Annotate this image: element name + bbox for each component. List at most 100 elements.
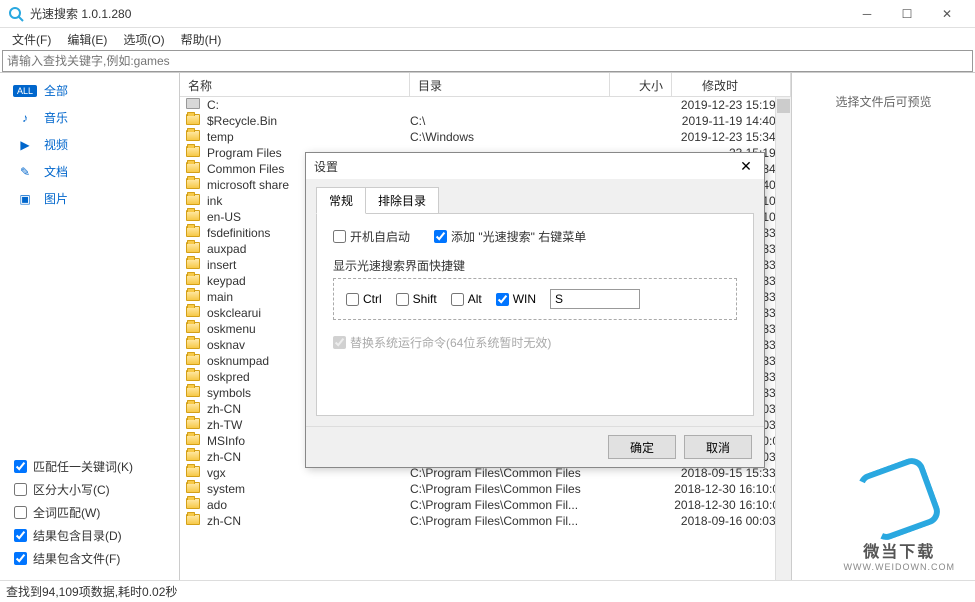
hotkey-shift[interactable]: Shift	[396, 292, 437, 306]
folder-icon	[186, 194, 202, 208]
category-all[interactable]: ALL 全部	[6, 77, 173, 104]
folder-icon	[186, 482, 202, 496]
filter-inc-file[interactable]: 结果包含文件(F)	[14, 547, 165, 570]
folder-icon	[186, 242, 202, 256]
col-name[interactable]: 名称	[180, 73, 410, 96]
table-row[interactable]: C: 2019-12-23 15:19:	[180, 97, 791, 113]
col-date[interactable]: 修改时	[672, 73, 791, 96]
menubar: 文件(F) 编辑(E) 选项(O) 帮助(H)	[0, 28, 975, 50]
file-name: ado	[205, 498, 410, 512]
image-icon: ▣	[16, 192, 34, 206]
hotkey-win[interactable]: WIN	[496, 292, 536, 306]
category-label: 视频	[44, 136, 68, 153]
menu-options[interactable]: 选项(O)	[115, 29, 172, 50]
file-name: zh-CN	[205, 514, 410, 528]
folder-icon	[186, 402, 202, 416]
menu-help[interactable]: 帮助(H)	[173, 29, 230, 50]
tab-exclude[interactable]: 排除目录	[365, 187, 439, 214]
search-input[interactable]	[3, 51, 972, 71]
category-label: 文档	[44, 163, 68, 180]
dialog-close-icon[interactable]: ✕	[736, 158, 756, 175]
window-titlebar: 光速搜索 1.0.1.280 ─ ☐ ✕	[0, 0, 975, 28]
folder-icon	[186, 162, 202, 176]
hotkey-alt[interactable]: Alt	[451, 292, 482, 306]
file-name: vgx	[205, 466, 410, 480]
col-dir[interactable]: 目录	[410, 73, 610, 96]
file-date: 2018-12-30 16:10:0	[672, 498, 791, 512]
opt-auto-start[interactable]: 开机自启动	[333, 228, 410, 245]
status-bar: 查找到94,109项数据,耗时0.02秒	[0, 580, 975, 600]
folder-icon	[186, 354, 202, 368]
file-name: temp	[205, 130, 410, 144]
category-label: 全部	[44, 82, 68, 99]
filter-case[interactable]: 区分大小写(C)	[14, 478, 165, 501]
window-title: 光速搜索 1.0.1.280	[30, 5, 847, 22]
folder-icon	[186, 146, 202, 160]
filter-inc-dir[interactable]: 结果包含目录(D)	[14, 524, 165, 547]
filter-match-any[interactable]: 匹配任一关键词(K)	[14, 455, 165, 478]
folder-icon	[186, 178, 202, 192]
folder-icon	[186, 370, 202, 384]
all-badge-icon: ALL	[13, 85, 37, 97]
menu-file[interactable]: 文件(F)	[4, 29, 59, 50]
search-bar	[2, 50, 973, 72]
disk-icon	[186, 98, 202, 112]
file-dir: C:\Program Files\Common Files	[410, 466, 610, 480]
hotkey-char-input[interactable]	[550, 289, 640, 309]
table-row[interactable]: temp C:\Windows 2019-12-23 15:34:	[180, 129, 791, 145]
category-music[interactable]: ♪ 音乐	[6, 104, 173, 131]
settings-dialog: 设置 ✕ 常规 排除目录 开机自启动 添加 "光速搜索" 右键菜单 显示光速搜索…	[305, 152, 765, 468]
folder-icon	[186, 418, 202, 432]
filter-whole[interactable]: 全词匹配(W)	[14, 501, 165, 524]
close-button[interactable]: ✕	[927, 1, 967, 27]
tab-general[interactable]: 常规	[316, 187, 366, 214]
category-label: 音乐	[44, 109, 68, 126]
table-row[interactable]: $Recycle.Bin C:\ 2019-11-19 14:40:	[180, 113, 791, 129]
document-icon: ✎	[16, 165, 34, 179]
file-date: 2018-09-16 00:03:	[672, 514, 791, 528]
folder-icon	[186, 386, 202, 400]
folder-icon	[186, 466, 202, 480]
app-icon	[8, 6, 24, 22]
maximize-button[interactable]: ☐	[887, 1, 927, 27]
ok-button[interactable]: 确定	[608, 435, 676, 459]
folder-icon	[186, 498, 202, 512]
folder-icon	[186, 514, 202, 528]
hotkey-legend: 显示光速搜索界面快捷键	[333, 257, 737, 274]
category-video[interactable]: ▶ 视频	[6, 131, 173, 158]
menu-edit[interactable]: 编辑(E)	[59, 29, 115, 50]
folder-icon	[186, 290, 202, 304]
folder-icon	[186, 210, 202, 224]
vertical-scrollbar[interactable]	[775, 97, 791, 580]
file-date: 2018-12-30 16:10:0	[672, 482, 791, 496]
filter-options: 匹配任一关键词(K) 区分大小写(C) 全词匹配(W) 结果包含目录(D) 结果…	[6, 449, 173, 576]
cancel-button[interactable]: 取消	[684, 435, 752, 459]
folder-icon	[186, 322, 202, 336]
folder-icon	[186, 338, 202, 352]
table-row[interactable]: system C:\Program Files\Common Files 201…	[180, 481, 791, 497]
file-date: 2019-12-23 15:19:	[672, 98, 791, 112]
hotkey-ctrl[interactable]: Ctrl	[346, 292, 382, 306]
sidebar: ALL 全部 ♪ 音乐 ▶ 视频 ✎ 文档 ▣ 图片 匹配任一关键词(K) 区分…	[0, 73, 180, 580]
folder-icon	[186, 258, 202, 272]
category-label: 图片	[44, 190, 68, 207]
category-image[interactable]: ▣ 图片	[6, 185, 173, 212]
file-name: C:	[205, 98, 410, 112]
folder-icon	[186, 114, 202, 128]
table-row[interactable]: ado C:\Program Files\Common Fil... 2018-…	[180, 497, 791, 513]
minimize-button[interactable]: ─	[847, 1, 887, 27]
folder-icon	[186, 450, 202, 464]
dialog-title: 设置	[314, 158, 736, 175]
folder-icon	[186, 434, 202, 448]
folder-icon	[186, 130, 202, 144]
category-doc[interactable]: ✎ 文档	[6, 158, 173, 185]
folder-icon	[186, 306, 202, 320]
col-size[interactable]: 大小	[610, 73, 672, 96]
table-row[interactable]: zh-CN C:\Program Files\Common Fil... 201…	[180, 513, 791, 529]
file-name: system	[205, 482, 410, 496]
opt-context-menu[interactable]: 添加 "光速搜索" 右键菜单	[434, 228, 586, 245]
file-name: $Recycle.Bin	[205, 114, 410, 128]
video-icon: ▶	[16, 138, 34, 152]
file-date: 2019-12-23 15:34:	[672, 130, 791, 144]
preview-pane: 选择文件后可预览	[792, 73, 975, 580]
